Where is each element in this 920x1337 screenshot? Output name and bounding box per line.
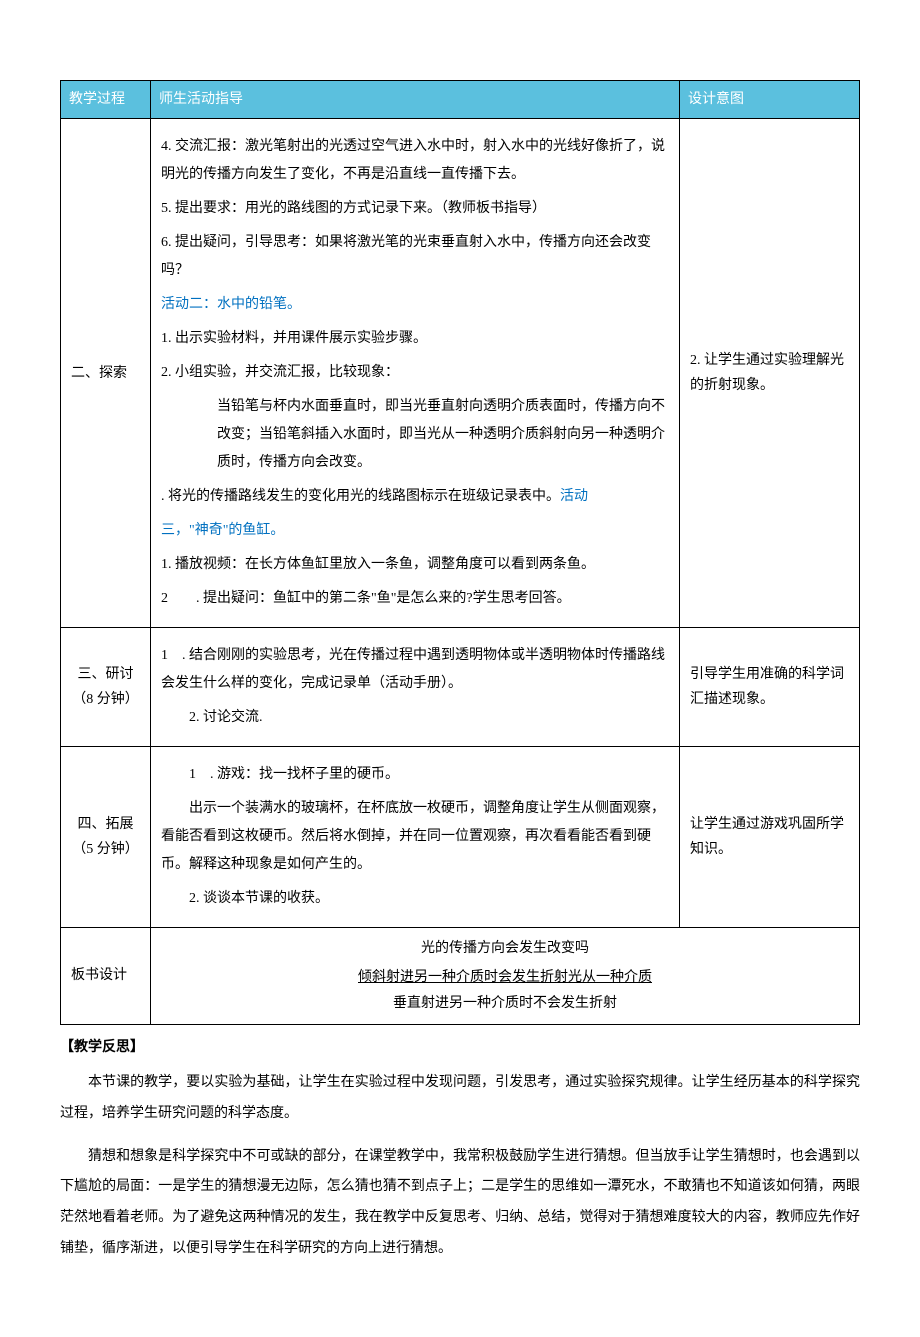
text-segment: . 提出疑问：鱼缸中的第二条"鱼"是怎么来的?学生思考回答。 [196,591,571,606]
text-line: 6. 提出疑问，引导思考：如果将激光笔的光束垂直射入水中，传播方向还会改变吗？ [161,229,669,285]
text-line: 2. 谈谈本节课的收获。 [161,885,669,913]
text-line: . 将光的传播路线发生的变化用光的线路图标示在班级记录表中。活动 [161,483,669,511]
text-line: 当铅笔与杯内水面垂直时，即当光垂直射向透明介质表面时，传播方向不改变；当铅笔斜插… [161,393,669,477]
extend-intent: 让学生通过游戏巩固所学知识。 [680,747,860,928]
activity-title: 活动二：水中的铅笔。 [161,291,669,319]
text-line: 5. 提出要求：用光的路线图的方式记录下来。（教师板书指导） [161,195,669,223]
header-activity: 师生活动指导 [151,81,680,119]
board-content: 光的传播方向会发生改变吗 倾斜射进另一种介质时会发生折射光从一种介质 垂直射进另… [151,928,860,1025]
board-line: 垂直射进另一种介质时不会发生折射 [161,991,849,1016]
header-process: 教学过程 [61,81,151,119]
text-line: 1 . 游戏：找一找杯子里的硬币。 [161,761,669,789]
text-segment: . 游戏：找一找杯子里的硬币。 [210,767,399,782]
table-row: 二、探索 4. 交流汇报：激光笔射出的光透过空气进入水中时，射入水中的光线好像折… [61,119,860,628]
reflection-paragraph: 本节课的教学，要以实验为基础，让学生在实验过程中发现问题，引发思考，通过实验探究… [60,1068,860,1130]
explore-content: 4. 交流汇报：激光笔射出的光透过空气进入水中时，射入水中的光线好像折了，说明光… [151,119,680,628]
text-segment: 1 [161,648,168,663]
stage-discuss: 三、研讨（8 分钟） [61,628,151,747]
text-segment: 1 [189,767,196,782]
board-line: 倾斜射进另一种介质时会发生折射光从一种介质 [161,965,849,990]
activity-title-inline: 活动 [560,489,588,504]
stage-explore: 二、探索 [61,119,151,628]
table-row: 四、拓展（5 分钟） 1 . 游戏：找一找杯子里的硬币。 出示一个装满水的玻璃杯… [61,747,860,928]
text-line: 2. 小组实验，并交流汇报，比较现象： [161,359,669,387]
text-line: 1. 出示实验材料，并用课件展示实验步骤。 [161,325,669,353]
text-segment: 倾斜射进另一种介质时会发生折射光从一种介质 [358,965,652,990]
discuss-content: 1 . 结合刚刚的实验思考，光在传播过程中遇到透明物体或半透明物体时传播路线会发… [151,628,680,747]
table-row: 三、研讨（8 分钟） 1 . 结合刚刚的实验思考，光在传播过程中遇到透明物体或半… [61,628,860,747]
text-line: 4. 交流汇报：激光笔射出的光透过空气进入水中时，射入水中的光线好像折了，说明光… [161,133,669,189]
reflection-heading: 【教学反思】 [60,1035,860,1060]
text-segment: 垂直射进另一种介质时不会发生折射 [393,996,617,1011]
text-line: 2 . 提出疑问：鱼缸中的第二条"鱼"是怎么来的?学生思考回答。 [161,585,669,613]
text-segment: . 将光的传播路线发生的变化用光的线路图标示在班级记录表中。 [161,489,560,504]
board-title: 光的传播方向会发生改变吗 [161,936,849,961]
header-intent: 设计意图 [680,81,860,119]
stage-extend: 四、拓展（5 分钟） [61,747,151,928]
stage-board: 板书设计 [61,928,151,1025]
text-line: 2. 讨论交流. [161,704,669,732]
extend-content: 1 . 游戏：找一找杯子里的硬币。 出示一个装满水的玻璃杯，在杯底放一枚硬币，调… [151,747,680,928]
activity-title: 三，"神奇"的鱼缸。 [161,517,669,545]
text-line: 1. 播放视频：在长方体鱼缸里放入一条鱼，调整角度可以看到两条鱼。 [161,551,669,579]
discuss-intent: 引导学生用准确的科学词汇描述现象。 [680,628,860,747]
text-segment: . 结合刚刚的实验思考，光在传播过程中遇到透明物体或半透明物体时传播路线会发生什… [161,648,665,691]
reflection-paragraph: 猜想和想象是科学探究中不可或缺的部分，在课堂教学中，我常积极鼓励学生进行猜想。但… [60,1142,860,1265]
explore-intent: 2. 让学生通过实验理解光的折射现象。 [680,119,860,628]
text-line: 1 . 结合刚刚的实验思考，光在传播过程中遇到透明物体或半透明物体时传播路线会发… [161,642,669,698]
text-line: 出示一个装满水的玻璃杯，在杯底放一枚硬币，调整角度让学生从侧面观察，看能否看到这… [161,795,669,879]
lesson-table: 教学过程 师生活动指导 设计意图 二、探索 4. 交流汇报：激光笔射出的光透过空… [60,80,860,1025]
text-segment: 2 [161,591,168,606]
table-row: 板书设计 光的传播方向会发生改变吗 倾斜射进另一种介质时会发生折射光从一种介质 … [61,928,860,1025]
